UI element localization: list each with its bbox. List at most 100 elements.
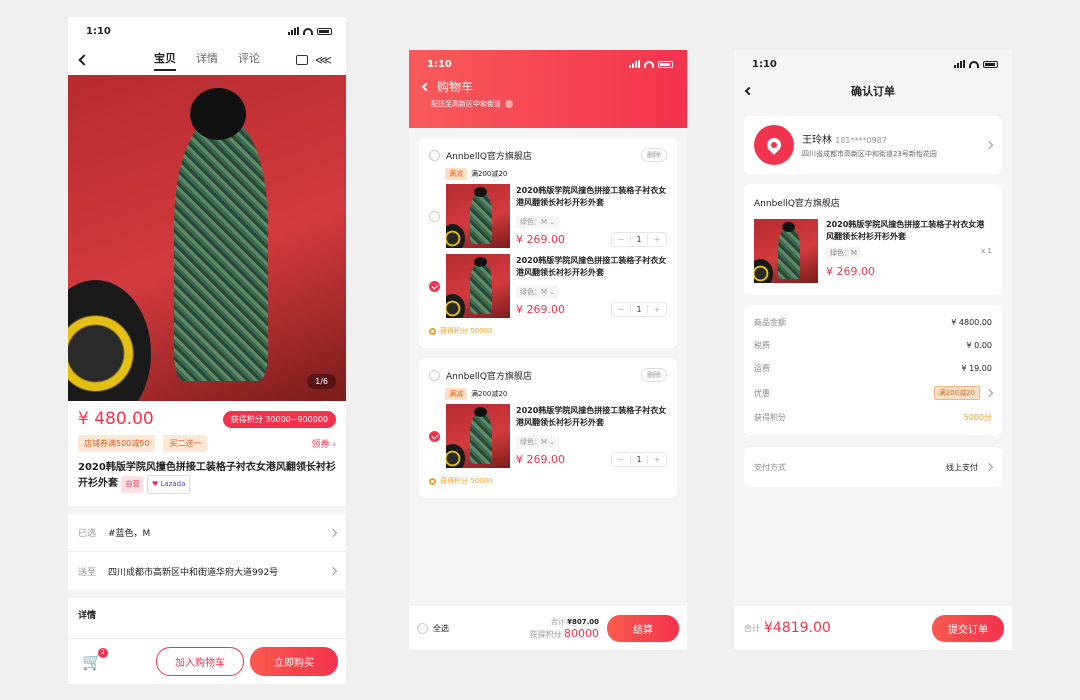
quantity-value[interactable]: 1: [630, 305, 648, 314]
cart-title: 购物车: [437, 80, 474, 94]
selected-value: #蓝色，M: [108, 529, 151, 539]
points-label: 获得积分: [529, 629, 562, 639]
store-checkbox[interactable]: [429, 149, 440, 161]
battery-icon: [658, 60, 673, 68]
plus-button[interactable]: +: [648, 455, 666, 464]
item-price: ¥ 269.00: [516, 233, 565, 246]
order-bottom-bar: 合计 ¥4819.00 提交订单: [734, 606, 1012, 650]
quantity-value[interactable]: 1: [630, 235, 648, 244]
lazada-tag: ♥ Lazada: [146, 475, 191, 494]
fee-value: ¥ 4800.00: [951, 318, 992, 327]
tab-reviews[interactable]: 评论: [238, 50, 260, 71]
status-bar: 1:10: [734, 50, 1012, 78]
status-icons: [954, 60, 998, 68]
cart-header: 1:10 购物车 配送至高新区中和街道: [409, 50, 687, 128]
status-icons: [288, 27, 332, 35]
details-header: 详情: [78, 611, 97, 621]
item-spec[interactable]: 绿色：M ⌄: [516, 216, 560, 228]
ship-address: 四川成都市高新区中和街道华府大道992号: [108, 567, 279, 578]
item-image[interactable]: [446, 404, 510, 468]
fee-row: 税费 ¥ 0.00: [754, 334, 992, 357]
deliver-address[interactable]: 配送至高新区中和街道: [409, 95, 687, 113]
order-store-name: AnnbellQ官方旗舰店: [754, 199, 840, 209]
cart-store: AnnbellQ官方旗舰店 删除 满减 满200减20 2020韩版学院风撞色拼…: [419, 138, 677, 348]
message-icon[interactable]: [296, 55, 308, 65]
store-name: AnnbellQ官方旗舰店: [446, 151, 532, 162]
signal-icon: [288, 27, 299, 35]
minus-button[interactable]: −: [612, 455, 630, 464]
quantity-stepper[interactable]: −1 +: [611, 452, 667, 467]
points-total: 80000: [564, 626, 599, 640]
points-text: 获得积分 50000: [440, 327, 493, 335]
minus-button[interactable]: −: [612, 235, 630, 244]
submit-order-button[interactable]: 提交订单: [932, 614, 1004, 642]
fee-label: 商品金额: [754, 318, 786, 327]
select-all-checkbox[interactable]: [417, 622, 428, 634]
share-icon[interactable]: ⋘: [315, 53, 332, 67]
item-checkbox[interactable]: [429, 280, 440, 292]
add-to-cart-button[interactable]: 加入购物车: [156, 647, 244, 676]
quantity-stepper[interactable]: −1 +: [611, 232, 667, 247]
coin-icon: [429, 327, 436, 335]
tab-product[interactable]: 宝贝: [154, 50, 176, 71]
item-price: ¥ 269.00: [516, 453, 565, 466]
select-all-label[interactable]: 全选: [433, 623, 449, 634]
address-card[interactable]: 王玲林 181****0987 四川省成都市高新区中和街道23号新怡花园: [744, 116, 1002, 174]
item-spec[interactable]: 绿色：M ⌄: [516, 436, 560, 448]
fee-row: 运费 ¥ 19.00: [754, 357, 992, 380]
price-section: ¥ 480.00 获得积分 30000~900000 店铺券满500减50 买二…: [68, 401, 346, 494]
item-spec: 绿色：M: [826, 247, 862, 259]
item-image[interactable]: [754, 219, 818, 283]
back-icon[interactable]: [421, 82, 431, 91]
cart-icon[interactable]: 🛒 2: [82, 648, 108, 671]
quantity-stepper[interactable]: −1 +: [611, 302, 667, 317]
promo-tag[interactable]: 买二送一: [163, 435, 208, 452]
store-points: 获得积分 50000: [429, 476, 667, 486]
fee-summary: 商品金额 ¥ 4800.00 税费 ¥ 0.00 运费 ¥ 19.00 优惠 满200减…: [744, 305, 1002, 435]
cart-item: 2020韩版学院风撞色拼接工装格子衬衣女港风翻领长衬衫开衫外套 绿色：M ⌄ ¥…: [429, 404, 667, 468]
item-price: ¥ 269.00: [826, 265, 875, 278]
ship-label: 送至: [78, 567, 97, 578]
back-icon[interactable]: [78, 54, 90, 66]
status-time: 1:10: [86, 25, 111, 37]
delete-button[interactable]: 删除: [641, 148, 667, 162]
selected-label: 已选: [78, 529, 97, 539]
coupon-tag[interactable]: 店铺券满500减50: [78, 435, 156, 452]
item-image[interactable]: [446, 254, 510, 318]
minus-button[interactable]: −: [612, 305, 630, 314]
payment-method-row[interactable]: 支付方式 线上支付: [744, 447, 1002, 487]
get-coupon-link[interactable]: 领券 ›: [312, 437, 336, 450]
chevron-right-icon: [984, 388, 994, 398]
plus-button[interactable]: +: [648, 235, 666, 244]
store-checkbox[interactable]: [429, 369, 440, 381]
cart-screen: 1:10 购物车 配送至高新区中和街道 AnnbellQ官方旗舰店 删除 满减 …: [409, 50, 687, 650]
location-icon: [754, 125, 794, 165]
promo-text: 满200减20: [471, 390, 508, 398]
dropdown-icon: [505, 100, 513, 108]
chevron-right-icon: [328, 566, 338, 576]
delete-button[interactable]: 删除: [641, 368, 667, 382]
promo-tag: 满减: [445, 388, 467, 400]
signal-icon: [629, 60, 640, 68]
item-checkbox[interactable]: [429, 210, 440, 222]
tab-details[interactable]: 详情: [196, 50, 218, 71]
chevron-right-icon: [984, 462, 994, 472]
plus-button[interactable]: +: [648, 305, 666, 314]
item-spec[interactable]: 绿色：M ⌄: [516, 286, 560, 298]
pay-label: 支付方式: [754, 462, 786, 472]
buy-now-button[interactable]: 立即购买: [250, 647, 338, 676]
recipient-phone: 181****0987: [835, 136, 887, 145]
checkout-button[interactable]: 结算: [607, 614, 679, 642]
fee-row: 商品金额 ¥ 4800.00: [754, 311, 992, 334]
fee-label: 运费: [754, 364, 770, 373]
back-icon[interactable]: [744, 86, 754, 96]
selected-spec-row[interactable]: 已选 #蓝色，M: [68, 514, 346, 552]
product-image[interactable]: 1/6: [68, 75, 346, 401]
discount-row[interactable]: 优惠 满200减20: [754, 380, 994, 406]
item-image[interactable]: [446, 184, 510, 248]
cart-item: 2020韩版学院风撞色拼接工装格子衬衣女港风翻领长衬衫开衫外套 绿色：M ⌄ ¥…: [429, 254, 667, 318]
item-checkbox[interactable]: [429, 430, 440, 442]
ship-to-row[interactable]: 送至 四川成都市高新区中和街道华府大道992号: [68, 552, 346, 590]
wifi-icon: [303, 27, 313, 35]
quantity-value[interactable]: 1: [630, 455, 648, 464]
